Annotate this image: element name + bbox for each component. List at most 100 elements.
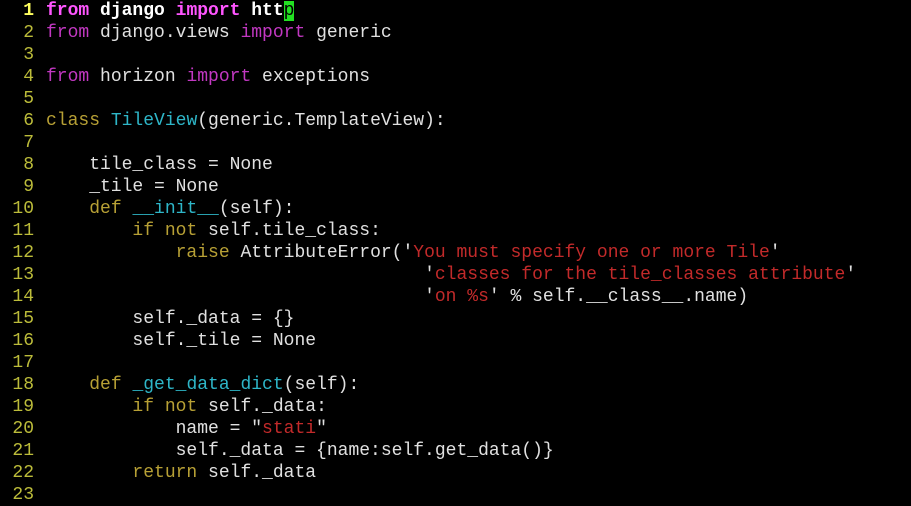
quote-mark: ' <box>424 287 435 307</box>
code-content: self._tile = None <box>46 330 316 352</box>
quote-mark: ' <box>402 243 414 263</box>
code-text: exceptions <box>251 67 371 87</box>
code-line[interactable]: 10 def __init__(self): <box>0 198 294 220</box>
code-content: return self._data <box>46 462 316 484</box>
quote-mark: " <box>251 419 263 439</box>
code-line[interactable]: 17 <box>0 352 34 374</box>
code-line[interactable]: 3 <box>0 44 34 66</box>
line-number: 1 <box>23 1 34 21</box>
definition-keyword-token: if <box>132 221 155 241</box>
code-line[interactable]: 4 from horizon import exceptions <box>0 66 370 88</box>
code-line[interactable]: 8 tile_class = None <box>0 154 273 176</box>
code-editor[interactable]: 1 from django import http 2 from django.vie… <box>0 0 911 505</box>
line-number: 13 <box>12 265 34 285</box>
code-content: def _get_data_dict(self): <box>46 374 359 396</box>
quote-mark: ' <box>845 265 857 285</box>
line-number: 20 <box>12 419 34 439</box>
code-text: generic <box>305 23 392 43</box>
line-number: 23 <box>12 485 34 505</box>
line-number: 14 <box>12 287 34 307</box>
definition-keyword-token: not <box>164 221 198 241</box>
code-line[interactable]: 18 def _get_data_dict(self): <box>0 374 359 396</box>
definition-keyword-token: def <box>89 375 122 395</box>
keyword-token: from <box>46 1 90 21</box>
line-number: 15 <box>12 309 34 329</box>
code-text: (self): <box>218 199 295 219</box>
code-text: self._tile = None <box>46 331 317 351</box>
code-line[interactable]: 14 'on %s' % self.__class__.name) <box>0 286 748 308</box>
code-text: django <box>89 1 176 21</box>
function-name-token: TileView <box>110 111 198 131</box>
definition-keyword-token: not <box>164 397 198 417</box>
code-line[interactable]: 1 from django import http <box>0 0 295 22</box>
code-text: (self): <box>283 375 360 395</box>
code-line[interactable]: 22 return self._data <box>0 462 316 484</box>
code-line[interactable]: 7 <box>0 132 34 154</box>
code-content: name = "stati" <box>46 418 327 440</box>
code-line[interactable]: 23 <box>0 484 34 506</box>
function-name-token: _get_data_dict <box>132 375 284 395</box>
string-literal: classes for the tile_classes attribute <box>434 265 846 285</box>
code-content: 'classes for the tile_classes attribute' <box>46 264 856 286</box>
string-literal: You must specify one or more Tile <box>413 243 770 263</box>
code-content: from django.views import generic <box>46 22 392 44</box>
keyword-token: import <box>186 67 252 87</box>
quote-mark: " <box>316 419 327 439</box>
line-number: 22 <box>12 463 34 483</box>
line-number: 9 <box>23 177 34 197</box>
code-text: django.views <box>89 23 241 43</box>
definition-keyword-token: class <box>46 111 101 131</box>
code-line[interactable]: 11 if not self.tile_class: <box>0 220 381 242</box>
code-line[interactable]: 9 _tile = None <box>0 176 219 198</box>
line-number: 6 <box>23 111 34 131</box>
code-text: self._data = {name:self.get_data()} <box>46 441 554 461</box>
code-content: _tile = None <box>46 176 219 198</box>
keyword-token: from <box>46 23 90 43</box>
code-content: 'on %s' % self.__class__.name) <box>46 286 748 308</box>
quote-mark: ' <box>769 243 781 263</box>
code-line[interactable]: 21 self._data = {name:self.get_data()} <box>0 440 553 462</box>
code-line[interactable]: 2 from django.views import generic <box>0 22 392 44</box>
line-number: 7 <box>23 133 34 153</box>
line-number: 4 <box>23 67 34 87</box>
keyword-token: import <box>240 23 306 43</box>
code-content: self._data = {name:self.get_data()} <box>46 440 554 462</box>
code-text: self.tile_class: <box>197 221 381 241</box>
definition-keyword-token: return <box>132 463 198 483</box>
definition-keyword-token: if <box>132 397 155 417</box>
code-line[interactable]: 6 class TileView(generic.TemplateView): <box>0 110 446 132</box>
line-number: 12 <box>12 243 34 263</box>
function-name-token: __init__ <box>132 199 219 219</box>
line-number: 16 <box>12 331 34 351</box>
code-text: AttributeError( <box>229 243 403 263</box>
code-line[interactable]: 19 if not self._data: <box>0 396 326 418</box>
code-line[interactable]: 16 self._tile = None <box>0 330 316 352</box>
code-line[interactable]: 13 'classes for the tile_classes attribu… <box>0 264 856 286</box>
line-number: 10 <box>12 199 34 219</box>
line-number: 5 <box>23 89 34 109</box>
string-literal: stati <box>262 419 317 439</box>
code-line[interactable]: 5 <box>0 88 34 110</box>
code-line[interactable]: 12 raise AttributeError('You must specif… <box>0 242 780 264</box>
line-number: 19 <box>12 397 34 417</box>
quote-mark: ' <box>424 265 435 285</box>
code-line[interactable]: 20 name = "stati" <box>0 418 326 440</box>
text-cursor[interactable]: p <box>283 1 295 21</box>
code-text: htt <box>240 1 284 21</box>
code-content: def __init__(self): <box>46 198 294 220</box>
definition-keyword-token: def <box>89 199 122 219</box>
line-number: 3 <box>23 45 34 65</box>
code-content: from horizon import exceptions <box>46 66 370 88</box>
code-line[interactable]: 15 self._data = {} <box>0 308 294 330</box>
